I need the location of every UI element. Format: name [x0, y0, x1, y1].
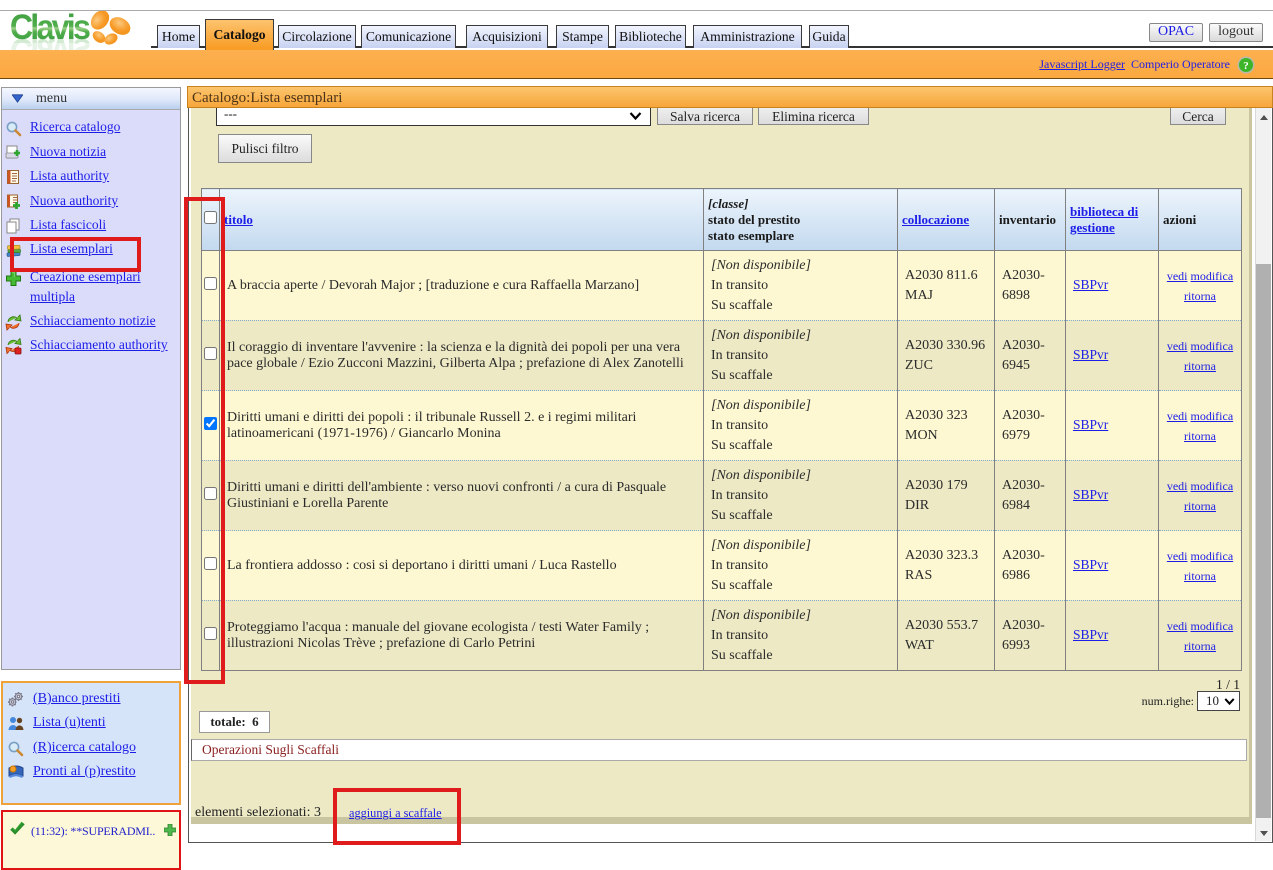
- svg-text:?: ?: [1243, 60, 1249, 72]
